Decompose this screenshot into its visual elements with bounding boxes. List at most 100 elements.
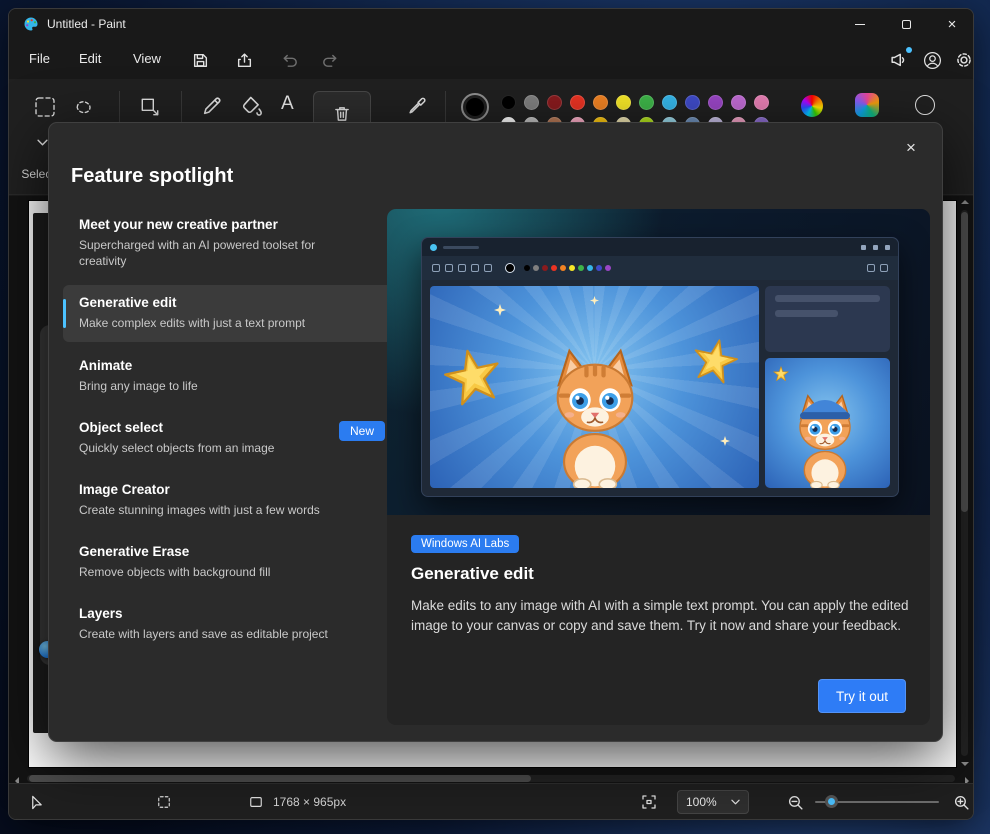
mini-palette [524, 265, 611, 271]
spotlight-item-object-select[interactable]: Object select Quickly select objects fro… [63, 410, 395, 466]
spotlight-item-image-creator[interactable]: Image Creator Create stunning images wit… [63, 472, 395, 528]
zoom-in-button[interactable] [953, 784, 970, 820]
color-swatch[interactable] [639, 95, 654, 110]
spotlight-item-generative-edit[interactable]: Generative edit Make complex edits with … [63, 285, 395, 341]
account-icon [923, 51, 942, 70]
color-swatch[interactable] [708, 95, 723, 110]
dialog-close-button[interactable]: × [894, 133, 928, 163]
color-swatch[interactable] [754, 95, 769, 110]
vscroll-thumb[interactable] [961, 212, 968, 512]
feature-detail-panel: Windows AI Labs Generative edit Make edi… [387, 209, 930, 725]
color-picker-tool[interactable] [407, 96, 428, 117]
color-swatch[interactable] [524, 95, 539, 110]
hscroll-thumb[interactable] [29, 775, 531, 782]
mini-sidebar [765, 286, 890, 488]
copilot-icon[interactable] [855, 93, 879, 117]
scroll-down-arrow[interactable] [961, 762, 969, 766]
color-swatch[interactable] [685, 95, 700, 110]
minimize-button[interactable] [837, 9, 883, 39]
color-swatch [551, 265, 557, 271]
item-title: Animate [79, 358, 379, 373]
mini-window-controls [861, 245, 890, 250]
zoom-slider[interactable] [815, 801, 939, 803]
color-swatch[interactable] [662, 95, 677, 110]
save-button[interactable] [187, 48, 213, 72]
item-desc: Create stunning images with just a few w… [79, 502, 344, 518]
feedback-button[interactable] [885, 48, 911, 72]
close-button[interactable]: × [929, 9, 974, 39]
vertical-scrollbar[interactable] [960, 200, 969, 766]
spotlight-list: Meet your new creative partner Superchar… [63, 207, 395, 659]
undo-button[interactable] [277, 48, 303, 72]
spotlight-item-generative-erase[interactable]: Generative Erase Remove objects with bac… [63, 534, 395, 590]
resize-tool[interactable] [139, 96, 161, 118]
menu-view[interactable]: View [123, 39, 171, 79]
spotlight-item-layers[interactable]: Layers Create with layers and save as ed… [63, 596, 395, 652]
mini-side-panel [765, 286, 890, 352]
sparkle [494, 304, 506, 316]
titlebar: Untitled - Paint × [9, 9, 973, 39]
zoom-out-button[interactable] [787, 784, 804, 820]
resize-icon [139, 96, 161, 118]
paint-app-icon [23, 16, 39, 32]
color-swatch[interactable] [570, 95, 585, 110]
zoom-level-select[interactable]: 100% [677, 790, 749, 814]
color-swatch[interactable] [593, 95, 608, 110]
sparkle [590, 296, 599, 305]
redo-button[interactable] [317, 48, 343, 72]
star-right [688, 334, 743, 389]
color-swatch[interactable] [616, 95, 631, 110]
menu-file[interactable]: File [19, 39, 60, 79]
fill-tool[interactable] [241, 95, 263, 117]
rectangle-select-icon [33, 95, 57, 119]
feature-spotlight-dialog: × Feature spotlight Meet your new creati… [48, 122, 943, 742]
item-title: Meet your new creative partner [79, 217, 379, 232]
share-button[interactable] [231, 48, 257, 72]
gear-icon [955, 51, 973, 69]
spotlight-item-creative-partner[interactable]: Meet your new creative partner Superchar… [63, 207, 395, 279]
freeform-select-icon [73, 97, 94, 118]
try-it-out-button[interactable]: Try it out [818, 679, 906, 713]
item-desc: Quickly select objects from an image [79, 440, 344, 456]
canvas-size-icon [249, 795, 263, 809]
zoom-slider-handle[interactable] [825, 795, 838, 808]
vscroll-track[interactable] [961, 210, 968, 756]
freeform-select-tool[interactable] [73, 97, 94, 118]
save-icon [192, 52, 209, 69]
windows-ai-labs-badge: Windows AI Labs [411, 535, 519, 553]
color-swatch [533, 265, 539, 271]
mini-app-icon [430, 244, 437, 251]
mini-selected-color [505, 263, 515, 273]
eyedropper-icon [407, 96, 428, 117]
statusbar: 1768 × 965px 100% [9, 783, 973, 819]
color-swatch[interactable] [547, 95, 562, 110]
selected-color-swatch [466, 98, 484, 116]
hscroll-track[interactable] [27, 775, 955, 782]
pencil-tool[interactable] [201, 95, 223, 117]
edit-colors-button[interactable] [801, 95, 823, 117]
rectangle-select-tool[interactable] [33, 95, 57, 119]
item-desc: Create with layers and save as editable … [79, 626, 344, 642]
zoom-to-fit-button[interactable] [641, 784, 657, 820]
account-button[interactable] [919, 48, 945, 72]
maximize-button[interactable] [883, 9, 929, 39]
spotlight-item-animate[interactable]: Animate Bring any image to life [63, 348, 395, 404]
item-desc: Remove objects with background fill [79, 564, 344, 580]
settings-button[interactable] [951, 48, 974, 72]
scroll-up-arrow[interactable] [961, 200, 969, 204]
menubar: File Edit View [9, 39, 973, 79]
color-swatch [587, 265, 593, 271]
selected-color-indicator[interactable] [461, 93, 489, 121]
text-tool[interactable]: A [281, 93, 294, 115]
zoom-in-icon [953, 794, 970, 811]
mini-title-text [443, 246, 479, 249]
feedback-megaphone-icon [889, 51, 907, 69]
cat-with-hat-illustration [782, 390, 868, 488]
share-icon [236, 52, 253, 69]
selection-dropdown-chevron[interactable] [37, 139, 48, 146]
color-swatch[interactable] [731, 95, 746, 110]
menu-edit[interactable]: Edit [69, 39, 111, 79]
color-swatch[interactable] [501, 95, 516, 110]
shapes-tool-icon[interactable] [915, 95, 935, 115]
color-swatch [524, 265, 530, 271]
